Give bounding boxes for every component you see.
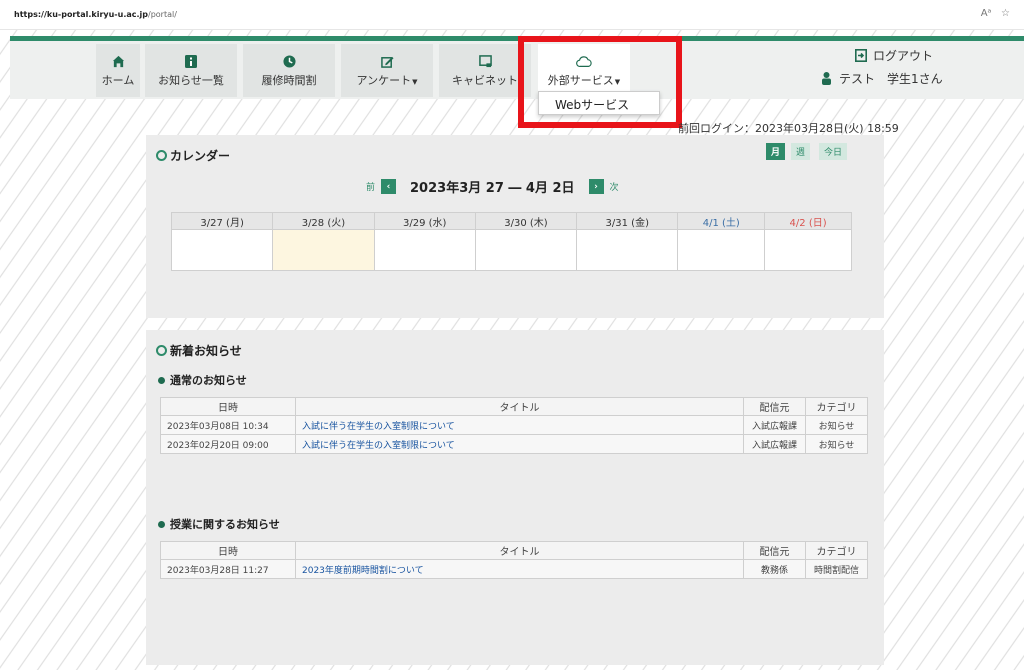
favorite-icon[interactable]: ☆ — [1001, 8, 1010, 19]
user-info: テスト 学生1さん — [822, 70, 943, 87]
user-icon — [822, 72, 831, 85]
col-category: カテゴリ — [805, 397, 868, 416]
table-row: 2023年03月28日 11:27 2023年度前期時間割について 教務係 時間… — [160, 559, 868, 579]
calendar-grid: 3/27 (月) 3/28 (火) 3/29 (水) 3/30 (木) 3/31… — [170, 212, 852, 271]
class-news-title: 授業に関するお知らせ — [158, 516, 280, 532]
col-date: 日時 — [160, 541, 296, 560]
row-title: 2023年度前期時間割について — [295, 559, 744, 579]
circle-bullet-icon — [156, 345, 167, 356]
edit-icon — [379, 53, 395, 69]
calendar-title: カレンダー — [156, 147, 230, 164]
logout-icon — [855, 49, 867, 62]
news-link[interactable]: 2023年度前期時間割について — [302, 566, 424, 576]
row-category: お知らせ — [805, 434, 868, 454]
news-title: 新着お知らせ — [156, 342, 242, 359]
week-view-button[interactable]: 週 — [791, 143, 811, 160]
url-path: /portal/ — [148, 10, 177, 19]
today-button[interactable]: 今日 — [819, 143, 848, 160]
circle-bullet-icon — [156, 150, 167, 161]
calendar-title-text: カレンダー — [170, 149, 231, 163]
logout-link[interactable]: ログアウト — [855, 47, 933, 64]
calendar-header-row: 3/27 (月) 3/28 (火) 3/29 (水) 3/30 (木) 3/31… — [170, 212, 852, 230]
day-cell[interactable] — [373, 229, 476, 271]
next-week-button[interactable]: › — [588, 179, 604, 194]
month-view-button[interactable]: 月 — [766, 143, 786, 160]
day-cell[interactable] — [474, 229, 578, 271]
nav-notices-label: お知らせ一覧 — [158, 74, 224, 87]
day-header: 3/27 (月) — [170, 212, 274, 230]
col-source: 配信元 — [743, 541, 806, 560]
url-text[interactable]: https://ku-portal.kiryu-u.ac.jp/portal/ — [14, 10, 177, 19]
news-panel: 新着お知らせ 通常のお知らせ 日時 タイトル 配信元 カテゴリ 2023年03月… — [146, 330, 884, 665]
day-cell[interactable] — [764, 229, 852, 271]
logout-label: ログアウト — [873, 49, 934, 63]
home-icon — [110, 53, 126, 69]
row-category: 時間割配信 — [805, 559, 868, 579]
general-news-table: 日時 タイトル 配信元 カテゴリ 2023年03月08日 10:34 入試に伴う… — [160, 397, 868, 454]
calendar-body-row — [170, 229, 852, 271]
info-icon — [183, 53, 199, 69]
row-date: 2023年03月28日 11:27 — [160, 559, 296, 579]
row-category: お知らせ — [805, 415, 868, 435]
user-name: テスト 学生1さん — [839, 72, 943, 86]
row-date: 2023年02月20日 09:00 — [160, 434, 296, 454]
day-header: 3/31 (金) — [576, 212, 679, 230]
dot-bullet-icon — [158, 520, 165, 528]
nav-home[interactable]: ホーム — [96, 44, 140, 97]
news-link[interactable]: 入試に伴う在学生の入室制限について — [302, 441, 455, 451]
browser-icons: Aᵃ ☆ — [981, 8, 1010, 19]
row-title: 入試に伴う在学生の入室制限について — [295, 434, 744, 454]
day-header-saturday: 4/1 (土) — [677, 212, 766, 230]
calendar-navigation: 前 ‹ 2023年3月 27 ― 4月 2日 › 次 — [366, 177, 619, 196]
nav-home-label: ホーム — [101, 74, 135, 87]
news-link[interactable]: 入試に伴う在学生の入室制限について — [302, 422, 455, 432]
col-category: カテゴリ — [805, 541, 868, 560]
calendar-range: 2023年3月 27 ― 4月 2日 — [410, 181, 575, 196]
calendar-panel: カレンダー 月 週 今日 前 ‹ 2023年3月 27 ― 4月 2日 › 次 … — [146, 135, 884, 318]
col-date: 日時 — [160, 397, 296, 416]
news-title-text: 新着お知らせ — [170, 344, 242, 358]
nav-notices[interactable]: お知らせ一覧 — [145, 44, 237, 97]
nav-timetable-label: 履修時間割 — [261, 74, 317, 87]
browser-address-bar: https://ku-portal.kiryu-u.ac.jp/portal/ … — [0, 0, 1024, 30]
cabinet-icon — [477, 53, 493, 69]
general-news-title: 通常のお知らせ — [158, 372, 247, 388]
next-label[interactable]: 次 — [610, 180, 619, 193]
row-source: 教務係 — [743, 559, 806, 579]
day-header-sunday: 4/2 (日) — [764, 212, 852, 230]
nav-survey-label: アンケート▼ — [356, 74, 418, 87]
day-cell-today[interactable] — [272, 229, 375, 271]
prev-week-button[interactable]: ‹ — [381, 179, 397, 194]
dot-bullet-icon — [158, 376, 165, 384]
col-title: タイトル — [295, 397, 744, 416]
nav-cabinet-label: キャビネット — [452, 74, 518, 87]
prev-label[interactable]: 前 — [366, 180, 375, 193]
row-source: 入試広報課 — [743, 415, 806, 435]
row-source: 入試広報課 — [743, 434, 806, 454]
row-date: 2023年03月08日 10:34 — [160, 415, 296, 435]
day-cell[interactable] — [576, 229, 679, 271]
table-row: 2023年03月08日 10:34 入試に伴う在学生の入室制限について 入試広報… — [160, 415, 868, 435]
day-header: 3/29 (水) — [373, 212, 476, 230]
last-login: 前回ログイン：2023年03月28日(火) 18:59 — [678, 122, 899, 135]
day-cell[interactable] — [170, 229, 274, 271]
row-title: 入試に伴う在学生の入室制限について — [295, 415, 744, 435]
col-source: 配信元 — [743, 397, 806, 416]
day-header: 3/28 (火) — [272, 212, 375, 230]
nav-timetable[interactable]: 履修時間割 — [243, 44, 335, 97]
nav-survey[interactable]: アンケート▼ — [341, 44, 433, 97]
general-news-title-text: 通常のお知らせ — [170, 374, 247, 387]
url-host: https://ku-portal.kiryu-u.ac.jp — [14, 10, 149, 19]
table-header-row: 日時 タイトル 配信元 カテゴリ — [160, 541, 868, 560]
day-cell[interactable] — [677, 229, 766, 271]
red-highlight-box — [518, 36, 682, 128]
table-header-row: 日時 タイトル 配信元 カテゴリ — [160, 397, 868, 416]
day-header: 3/30 (木) — [474, 212, 578, 230]
table-row: 2023年02月20日 09:00 入試に伴う在学生の入室制限について 入試広報… — [160, 434, 868, 454]
clock-icon — [281, 53, 297, 69]
col-title: タイトル — [295, 541, 744, 560]
class-news-title-text: 授業に関するお知らせ — [170, 518, 280, 531]
reader-mode-icon[interactable]: Aᵃ — [981, 8, 992, 19]
class-news-table: 日時 タイトル 配信元 カテゴリ 2023年03月28日 11:27 2023年… — [160, 541, 868, 579]
